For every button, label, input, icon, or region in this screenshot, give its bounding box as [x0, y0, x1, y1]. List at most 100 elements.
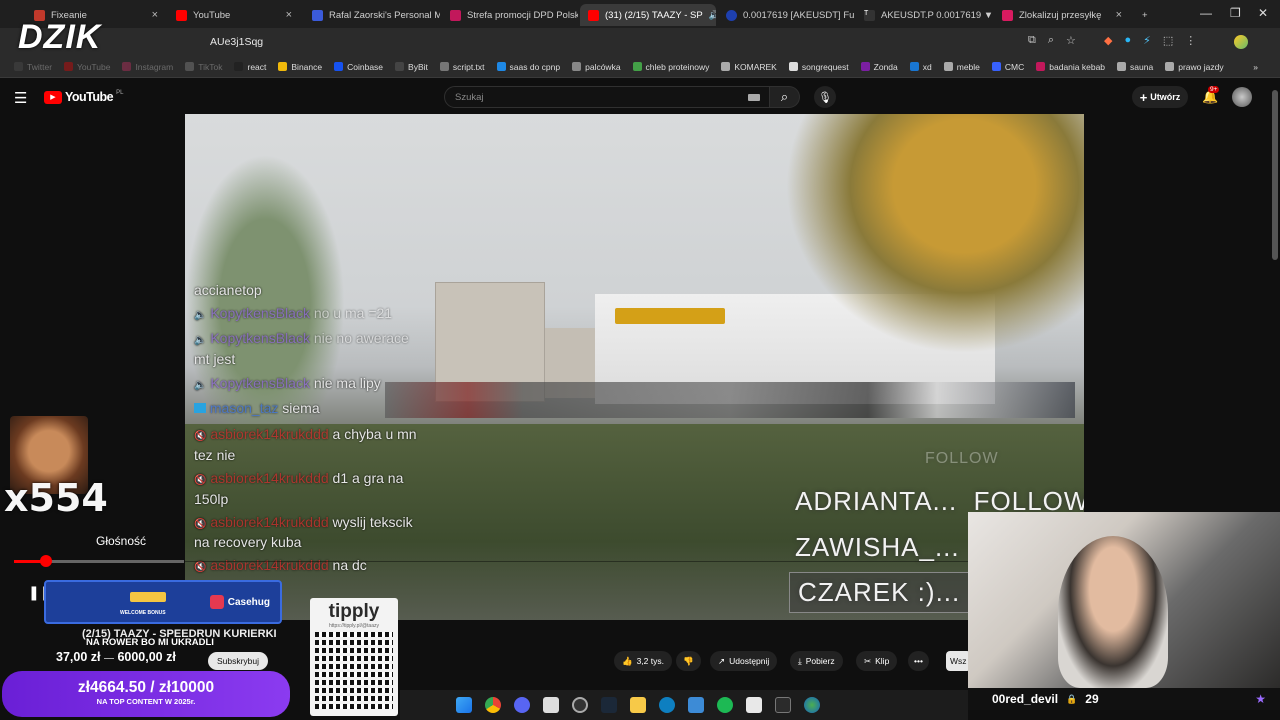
- globe-icon[interactable]: [804, 697, 820, 713]
- bookmark-icon: [278, 62, 288, 71]
- close-icon[interactable]: ×: [152, 9, 158, 21]
- app-icon[interactable]: [688, 697, 704, 713]
- bookmark-item[interactable]: meble: [938, 62, 986, 72]
- bookmark-item[interactable]: Zonda: [855, 62, 904, 72]
- obs-icon[interactable]: [572, 697, 588, 713]
- bookmark-item[interactable]: saas do cpnp: [491, 62, 567, 72]
- terminal-icon[interactable]: [775, 697, 791, 713]
- bookmark-icon: [395, 62, 405, 71]
- bookmark-label: Twitter: [27, 61, 53, 72]
- cam-username: 00red_devil: [992, 692, 1059, 706]
- bookmark-item[interactable]: react: [228, 62, 272, 72]
- close-icon[interactable]: ×: [1116, 9, 1122, 21]
- maximize-icon[interactable]: ❐: [1230, 6, 1241, 20]
- menu-dots-icon[interactable]: ⋮: [1185, 34, 1196, 47]
- bookmark-item[interactable]: ByBit: [389, 62, 434, 72]
- chat-message: na recovery kuba: [194, 534, 301, 550]
- speaker-icon: 🔈: [194, 310, 207, 321]
- bookmark-item[interactable]: KOMAREK: [715, 62, 783, 72]
- profile-avatar[interactable]: [1234, 35, 1248, 49]
- tab-5-active[interactable]: (31) (2/15) TAAZY - SP🔊×: [580, 4, 716, 26]
- video-player[interactable]: accianetop 🔈 KopytkensBlack no u ma =21 …: [185, 114, 1084, 620]
- progress-line: [185, 561, 1084, 562]
- minimize-icon[interactable]: —: [1200, 6, 1212, 20]
- tab-8[interactable]: Zlokalizuj przesyłkę ×: [994, 4, 1130, 26]
- zoom-icon[interactable]: ⌕: [1048, 34, 1054, 47]
- cursor-app-icon[interactable]: [659, 697, 675, 713]
- url-field[interactable]: AUe3j1Sqg: [196, 32, 1096, 52]
- chat-text: tez nie: [194, 447, 236, 463]
- dislike-button[interactable]: 👎: [676, 651, 701, 671]
- goal-title: NA ROWER BO MI UKRADLI: [86, 637, 214, 648]
- bookmark-item[interactable]: script.txt: [434, 62, 491, 72]
- tab-2[interactable]: YouTube ×: [168, 4, 300, 26]
- search-input[interactable]: Szukaj: [444, 86, 770, 108]
- spotify-icon[interactable]: [717, 697, 733, 713]
- notepad-icon[interactable]: [746, 697, 762, 713]
- bookmark-item[interactable]: badania kebab: [1030, 62, 1111, 72]
- tab-label: AKEUSDT.P 0.0017619 ▼: [881, 9, 992, 21]
- thumbs-up-icon: 👍: [622, 655, 633, 666]
- search-button[interactable]: ⌕: [770, 86, 800, 108]
- close-icon[interactable]: ×: [286, 9, 292, 21]
- donation-goal-value: zł4664.50 / zł10000: [77, 679, 215, 696]
- bookmark-item[interactable]: xd: [904, 62, 938, 72]
- download-button[interactable]: ⤓ Pobierz: [790, 651, 843, 671]
- chrome-icon[interactable]: [485, 697, 501, 713]
- parked-cars: [385, 382, 1075, 418]
- speaker-icon[interactable]: 🔊: [709, 10, 716, 21]
- windows-start-icon[interactable]: [456, 697, 472, 713]
- bookmark-item[interactable]: sauna: [1111, 62, 1159, 72]
- scissors-icon: ✂: [864, 655, 872, 666]
- steam-icon[interactable]: [601, 697, 617, 713]
- bookmark-item[interactable]: Coinbase: [328, 62, 389, 72]
- youtube-logo[interactable]: ▶ YouTube PL: [44, 90, 123, 104]
- bookmark-item[interactable]: Binance: [272, 62, 328, 72]
- keyboard-icon[interactable]: [748, 94, 760, 101]
- bookmark-item[interactable]: songrequest: [783, 62, 855, 72]
- chat-text: nie ma lipy: [313, 375, 381, 391]
- new-tab-button[interactable]: +: [1134, 4, 1156, 26]
- bookmark-icon: [234, 62, 244, 71]
- voice-search-button[interactable]: 🎙: [814, 86, 836, 108]
- tab-6[interactable]: 0.0017619 [AKEUSDT] Fut×: [718, 4, 854, 26]
- folder-icon[interactable]: [630, 697, 646, 713]
- bookmark-item[interactable]: YouTube: [58, 62, 116, 72]
- scrollbar-thumb[interactable]: [1272, 90, 1278, 260]
- app-icon[interactable]: [543, 697, 559, 713]
- account-avatar[interactable]: [1232, 87, 1252, 107]
- bookmark-item[interactable]: CMC: [986, 62, 1030, 72]
- subscribe-button[interactable]: Subskrybuj: [208, 652, 268, 670]
- like-button[interactable]: 👍 3,2 tys.: [614, 651, 672, 671]
- tab-4[interactable]: Strefa promocji DPD Polsk×: [442, 4, 578, 26]
- bookmark-item[interactable]: TikTok: [179, 62, 228, 72]
- share-button[interactable]: ↗ Udostępnij: [710, 651, 778, 671]
- extension-icon[interactable]: ●: [1124, 34, 1131, 47]
- all-filter-chip[interactable]: Wsz: [946, 651, 971, 671]
- hamburger-icon[interactable]: ☰: [14, 89, 27, 107]
- bookmark-item[interactable]: Instagram: [116, 62, 179, 72]
- bookmarks-overflow-icon[interactable]: »: [1247, 62, 1264, 72]
- bookmark-item[interactable]: Twitter: [8, 62, 58, 72]
- bookmark-item[interactable]: prawo jazdy: [1159, 62, 1229, 72]
- install-icon[interactable]: ⧉: [1028, 34, 1036, 47]
- extension-icon[interactable]: ◆: [1104, 34, 1112, 47]
- tab-favicon: [450, 9, 461, 21]
- close-window-icon[interactable]: ✕: [1258, 6, 1268, 20]
- discord-icon[interactable]: [514, 697, 530, 713]
- download-label: Pobierz: [805, 656, 835, 666]
- extension-icon[interactable]: ⚡: [1143, 34, 1151, 47]
- tab-3[interactable]: Rafal Zaorski's Personal M×: [304, 4, 440, 26]
- bookmark-item[interactable]: palcówka: [566, 62, 626, 72]
- more-actions-button[interactable]: •••: [908, 651, 929, 671]
- volume-slider-handle[interactable]: [40, 555, 52, 567]
- star-icon[interactable]: ☆: [1066, 34, 1076, 47]
- bookmark-item[interactable]: chleb proteinowy: [627, 62, 716, 72]
- youtube-favicon-icon: [588, 9, 599, 21]
- goal-progress: 37,00 zł — 6000,00 zł: [56, 650, 176, 664]
- chat-text: 150lp: [194, 491, 229, 507]
- tab-7[interactable]: TAKEUSDT.P 0.0017619 ▼×: [856, 4, 992, 26]
- puzzle-icon[interactable]: ⬚: [1163, 34, 1173, 47]
- create-button[interactable]: + Utwórz: [1132, 86, 1188, 108]
- clip-button[interactable]: ✂ Klip: [856, 651, 898, 671]
